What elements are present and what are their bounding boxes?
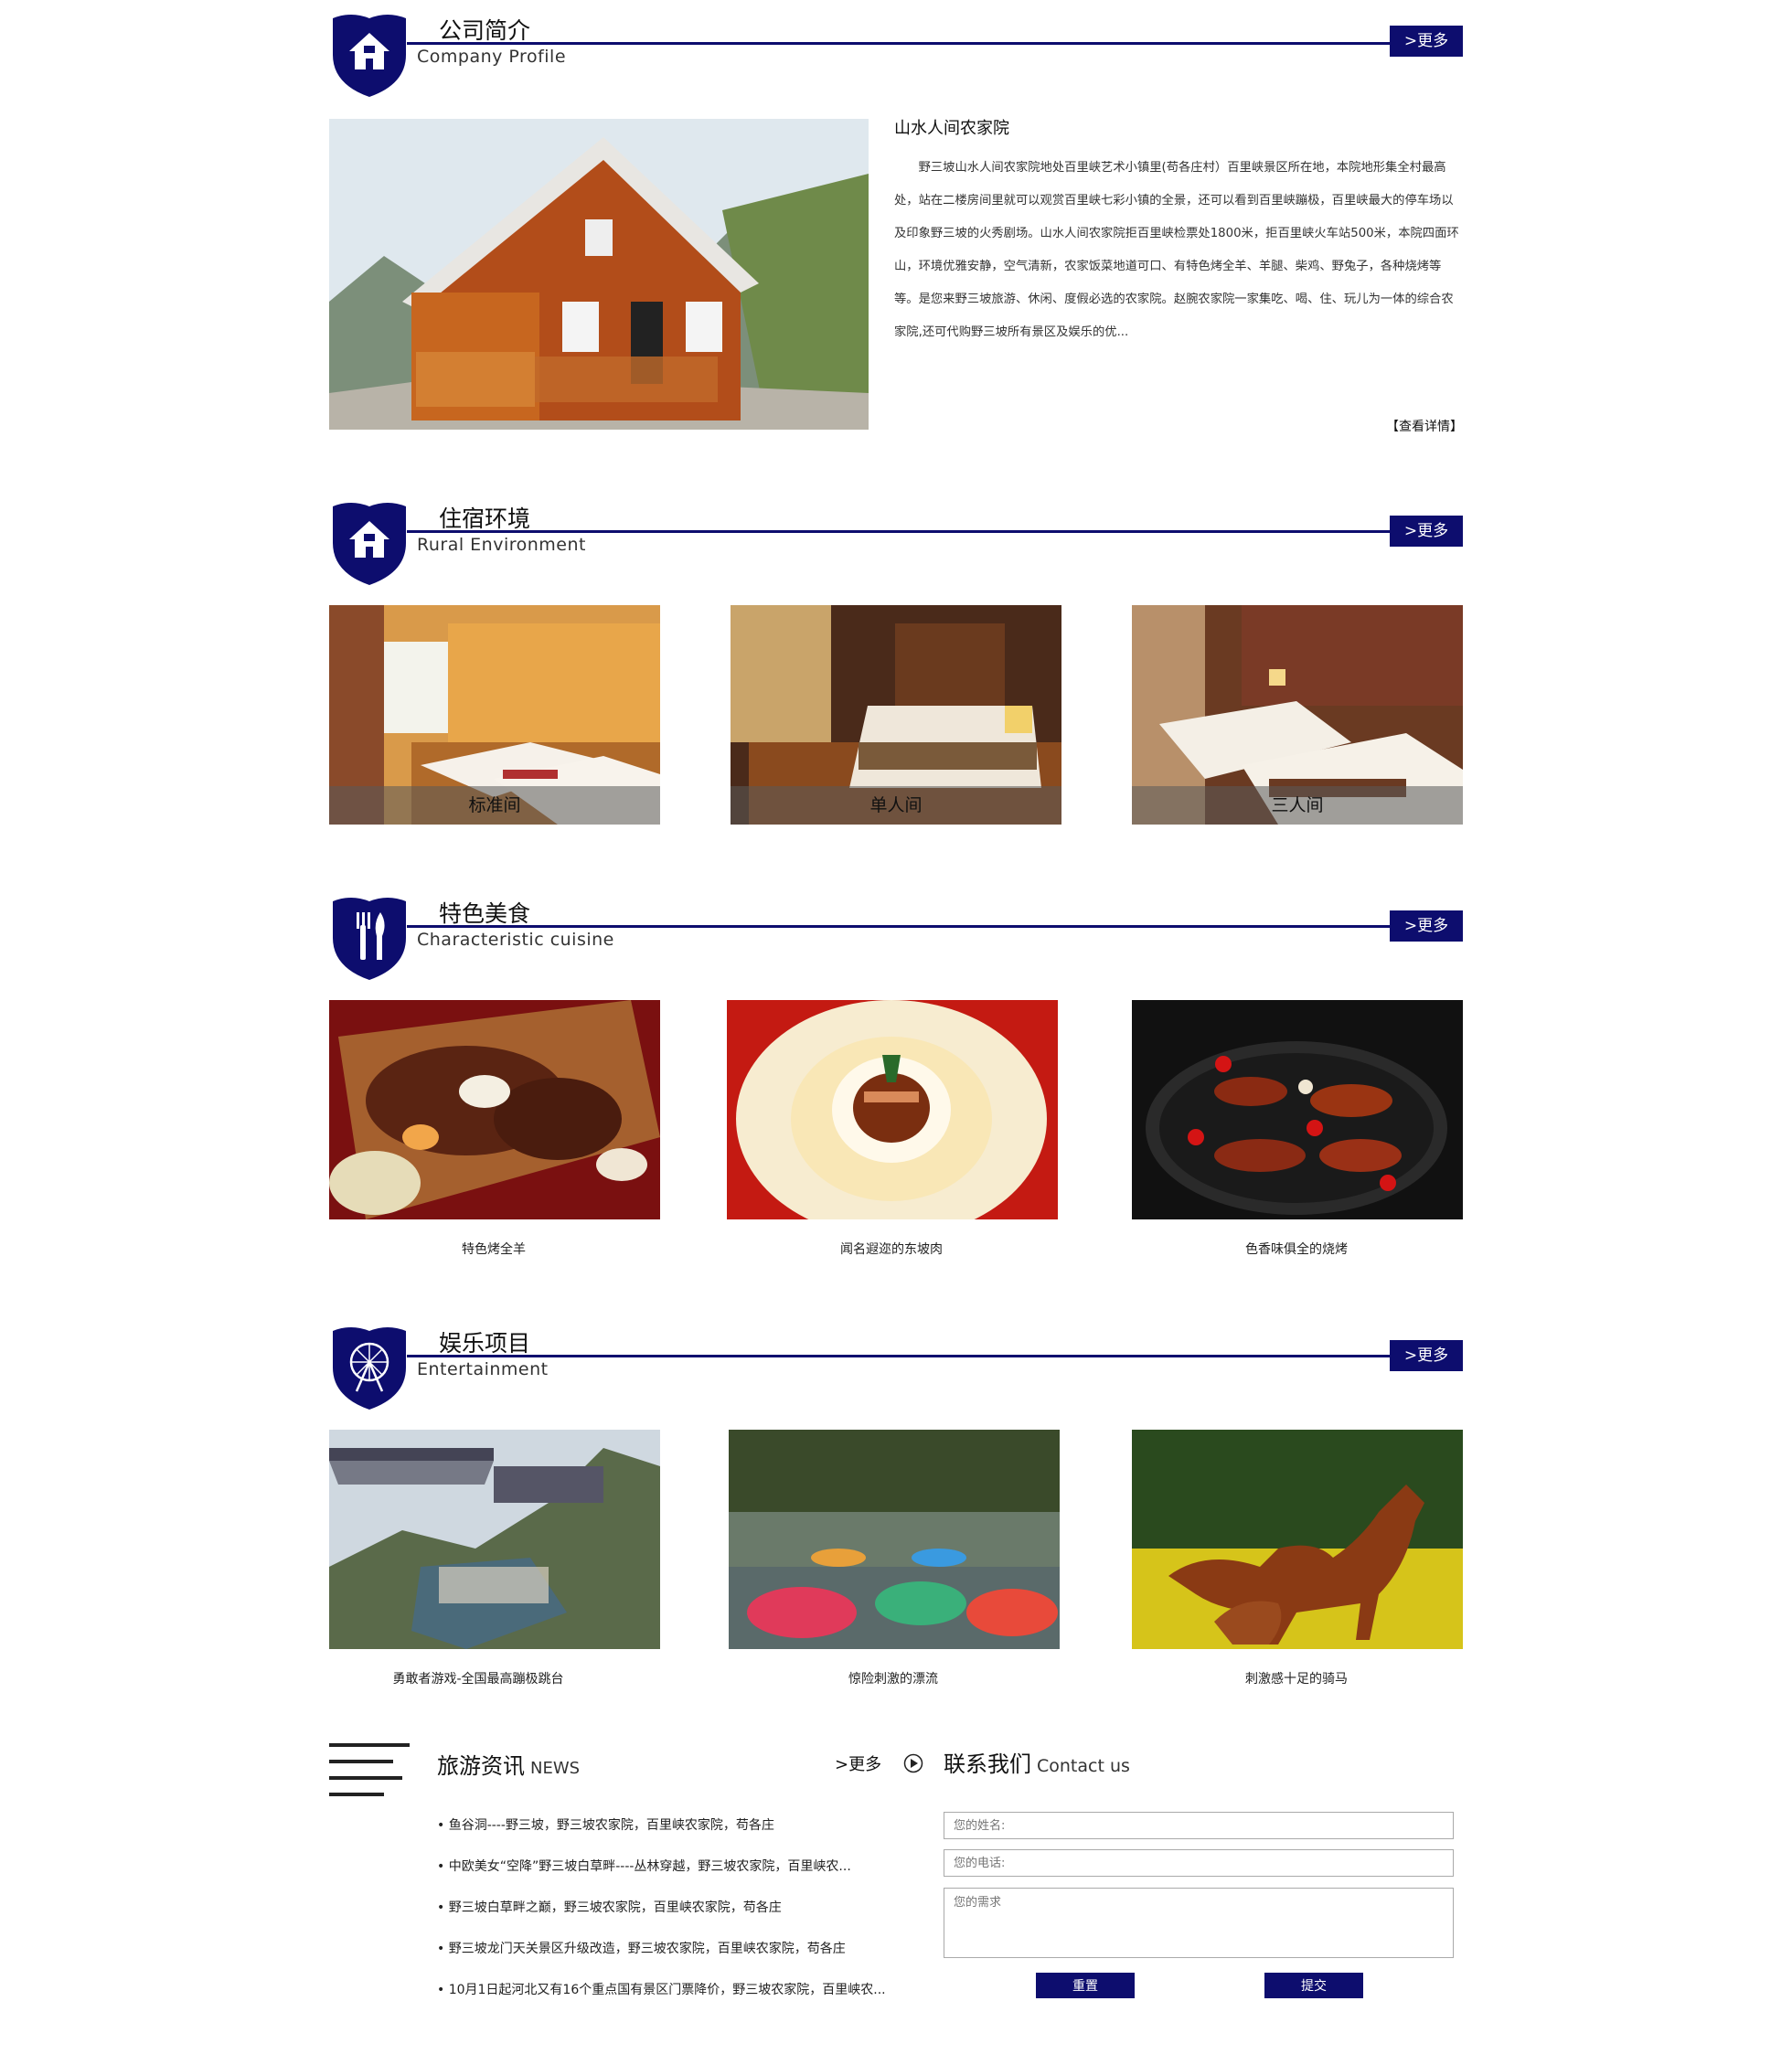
food-photo[interactable]	[329, 1000, 660, 1219]
room-card[interactable]: 三人间	[1132, 605, 1463, 825]
section-header: 特色美食 Characteristic cuisine >更多	[329, 883, 1463, 980]
more-button[interactable]: >更多	[1390, 516, 1463, 547]
entertainment-photo[interactable]	[329, 1430, 660, 1649]
entertainment-caption: 惊险刺激的漂流	[848, 1672, 938, 1687]
section-subtitle: Entertainment	[417, 1359, 549, 1379]
view-details-link[interactable]: 【查看详情】	[1386, 417, 1463, 435]
section-divider	[407, 42, 1463, 45]
section-header: 住宿环境 Rural Environment >更多	[329, 488, 1463, 585]
section-subtitle: Rural Environment	[417, 535, 586, 555]
ferris-wheel-icon	[333, 1327, 406, 1410]
contact-title: 联系我们 Contact us	[944, 1746, 1130, 1778]
intro-heading: 山水人间农家院	[894, 119, 1009, 138]
entertainment-section: 娱乐项目 Entertainment >更多 勇敢者游戏-全国最高蹦极跳台 惊险…	[329, 1313, 1463, 1687]
news-item[interactable]: • 野三坡龙门天关景区升级改造，野三坡农家院，百里峡农家院，苟各庄	[437, 1938, 912, 1979]
food-caption: 闻名遐迩的东坡肉	[840, 1242, 943, 1257]
news-list: • 鱼谷洞----野三坡，野三坡农家院，百里峡农家院，苟各庄 • 中欧美女“空降…	[437, 1815, 912, 2020]
news-more-link[interactable]: >更多	[835, 1751, 881, 1775]
phone-field[interactable]	[944, 1849, 1454, 1877]
room-card[interactable]: 单人间	[731, 605, 1061, 825]
food-caption: 色香味俱全的烧烤	[1245, 1242, 1348, 1257]
house-icon	[333, 503, 406, 585]
news-item[interactable]: • 中欧美女“空降”野三坡白草畔----丛林穿越，野三坡农家院，百里峡农...	[437, 1856, 912, 1897]
section-title: 特色美食	[439, 900, 531, 927]
section-subtitle: Company Profile	[417, 47, 567, 67]
submit-button[interactable]: 提交	[1264, 1973, 1363, 1998]
farmhouse-photo	[329, 119, 869, 430]
food-photo[interactable]	[1132, 1000, 1463, 1219]
house-icon	[333, 15, 406, 97]
company-profile-section: 公司简介 Company Profile >更多 山水人间农家院 野三坡山水人间…	[329, 0, 1463, 434]
news-item[interactable]: • 鱼谷洞----野三坡，野三坡农家院，百里峡农家院，苟各庄	[437, 1815, 912, 1856]
section-subtitle: Characteristic cuisine	[417, 930, 614, 950]
news-item[interactable]: • 野三坡白草畔之巅，野三坡农家院，百里峡农家院，苟各庄	[437, 1897, 912, 1938]
entertainment-photo[interactable]	[1132, 1430, 1463, 1649]
more-button[interactable]: >更多	[1390, 910, 1463, 942]
section-title: 住宿环境	[439, 506, 531, 532]
section-title: 娱乐项目	[439, 1330, 531, 1357]
more-button[interactable]: >更多	[1390, 1340, 1463, 1371]
room-card[interactable]: 标准间	[329, 605, 660, 825]
room-label: 单人间	[731, 786, 1061, 825]
characteristic-cuisine-section: 特色美食 Characteristic cuisine >更多 特色烤全羊 闻名…	[329, 883, 1463, 1257]
news-item[interactable]: • 10月1日起河北又有16个重点国有景区门票降价，野三坡农家院，百里峡农...	[437, 1979, 912, 2020]
section-title: 公司简介	[439, 17, 531, 44]
news-title-en: NEWS	[530, 1759, 581, 1778]
room-label: 三人间	[1132, 786, 1463, 825]
name-field[interactable]	[944, 1812, 1454, 1839]
section-divider	[407, 1355, 1463, 1357]
entertainment-caption: 刺激感十足的骑马	[1245, 1672, 1348, 1687]
section-divider	[407, 925, 1463, 928]
reset-button[interactable]: 重置	[1036, 1973, 1135, 1998]
rural-environment-section: 住宿环境 Rural Environment >更多 标准间 单人间 三人间	[329, 488, 1463, 825]
food-photo[interactable]	[727, 1000, 1058, 1219]
contact-title-cn: 联系我们	[944, 1751, 1031, 1777]
entertainment-photo[interactable]	[729, 1430, 1060, 1649]
more-button[interactable]: >更多	[1390, 26, 1463, 57]
circle-arrow-icon	[903, 1753, 923, 1773]
contact-title-en: Contact us	[1037, 1756, 1130, 1776]
room-label: 标准间	[329, 786, 660, 825]
section-divider	[407, 530, 1463, 533]
news-title-cn: 旅游资讯	[437, 1753, 525, 1779]
intro-text: 野三坡山水人间农家院地处百里峡艺术小镇里(苟各庄村）百里峡景区所在地，本院地形集…	[894, 161, 1459, 339]
cutlery-icon	[333, 898, 406, 980]
needs-field[interactable]	[944, 1888, 1454, 1958]
menu-lines-icon	[329, 1743, 410, 1796]
food-caption: 特色烤全羊	[462, 1242, 526, 1257]
section-header: 娱乐项目 Entertainment >更多	[329, 1313, 1463, 1410]
news-title: 旅游资讯 NEWS	[437, 1748, 580, 1780]
entertainment-caption: 勇敢者游戏-全国最高蹦极跳台	[392, 1672, 564, 1687]
section-header: 公司简介 Company Profile >更多	[329, 0, 1463, 97]
